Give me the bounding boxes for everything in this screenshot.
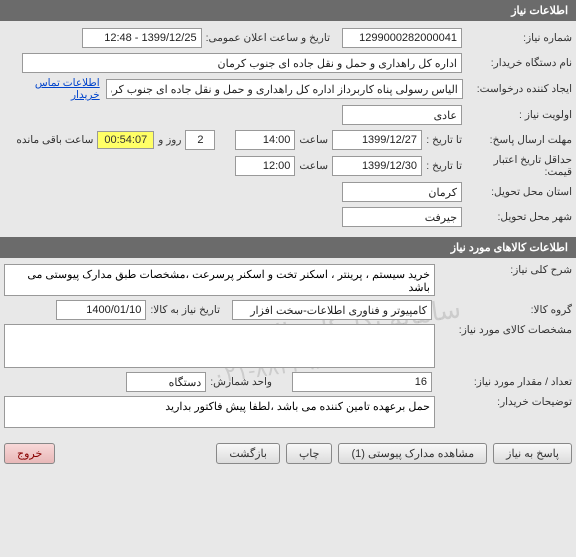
announce-field: [82, 28, 202, 48]
need-info-header: اطلاعات نیاز: [0, 0, 576, 21]
min-validity-time-label: ساعت: [299, 160, 328, 172]
need-by-field: [56, 300, 146, 320]
buyer-notes-label: توضیحات خریدار:: [435, 396, 572, 408]
deadline-date-field: [332, 130, 422, 150]
province-label: استان محل تحویل:: [462, 186, 572, 198]
priority-field: [342, 105, 462, 125]
print-button[interactable]: چاپ: [286, 443, 333, 464]
need-info-body: شماره نیاز: تاریخ و ساعت اعلان عمومی: نا…: [0, 21, 576, 237]
need-by-label: تاریخ نیاز به کالا:: [150, 304, 220, 316]
city-field: [342, 207, 462, 227]
buyer-contact-link[interactable]: اطلاعات تماس خریدار: [4, 77, 100, 101]
need-number-field: [342, 28, 462, 48]
countdown-timer: 00:54:07: [97, 131, 154, 149]
back-button[interactable]: بازگشت: [216, 443, 280, 464]
unit-label: واحد شمارش:: [210, 376, 272, 388]
goods-info-body: سامانه تدارکات الکترونیکی دولت ۰۲۱-۸۸۳۴۹…: [0, 258, 576, 437]
button-row: پاسخ به نیاز مشاهده مدارک پیوستی (1) چاپ…: [0, 437, 576, 470]
buyer-notes-field: [4, 396, 435, 428]
deadline-label: مهلت ارسال پاسخ:: [462, 134, 572, 146]
attachments-button[interactable]: مشاهده مدارک پیوستی (1): [338, 443, 487, 464]
desc-label: شرح کلی نیاز:: [435, 264, 572, 276]
unit-field: [126, 372, 206, 392]
remaining-label: ساعت باقی مانده: [16, 134, 93, 146]
group-label: گروه کالا:: [432, 304, 572, 316]
min-validity-label: حداقل تاریخ اعتبار قیمت:: [462, 154, 572, 178]
requester-label: ایجاد کننده درخواست:: [463, 83, 572, 95]
city-label: شهر محل تحویل:: [462, 211, 572, 223]
min-validity-date-field: [332, 156, 422, 176]
qty-field: [292, 372, 432, 392]
requester-field: [106, 79, 463, 99]
buyer-org-label: نام دستگاه خریدار:: [462, 57, 572, 69]
group-field: [232, 300, 432, 320]
desc-field: [4, 264, 435, 296]
deadline-time-label: ساعت: [299, 134, 328, 146]
spec-field: [4, 324, 435, 368]
buyer-org-field: [22, 53, 462, 73]
days-label: روز و: [158, 134, 181, 146]
exit-button[interactable]: خروج: [4, 443, 55, 464]
min-validity-to-label: تا تاریخ :: [422, 160, 462, 172]
min-validity-time-field: [235, 156, 295, 176]
need-number-label: شماره نیاز:: [462, 32, 572, 44]
spec-label: مشخصات کالای مورد نیاز:: [435, 324, 572, 336]
announce-label: تاریخ و ساعت اعلان عمومی:: [206, 32, 330, 44]
deadline-time-field: [235, 130, 295, 150]
province-field: [342, 182, 462, 202]
qty-label: تعداد / مقدار مورد نیاز:: [432, 376, 572, 388]
goods-info-header: اطلاعات کالاهای مورد نیاز: [0, 237, 576, 258]
respond-button[interactable]: پاسخ به نیاز: [493, 443, 572, 464]
deadline-to-label: تا تاریخ :: [422, 134, 462, 146]
days-field: [185, 130, 215, 150]
priority-label: اولویت نیاز :: [462, 109, 572, 121]
